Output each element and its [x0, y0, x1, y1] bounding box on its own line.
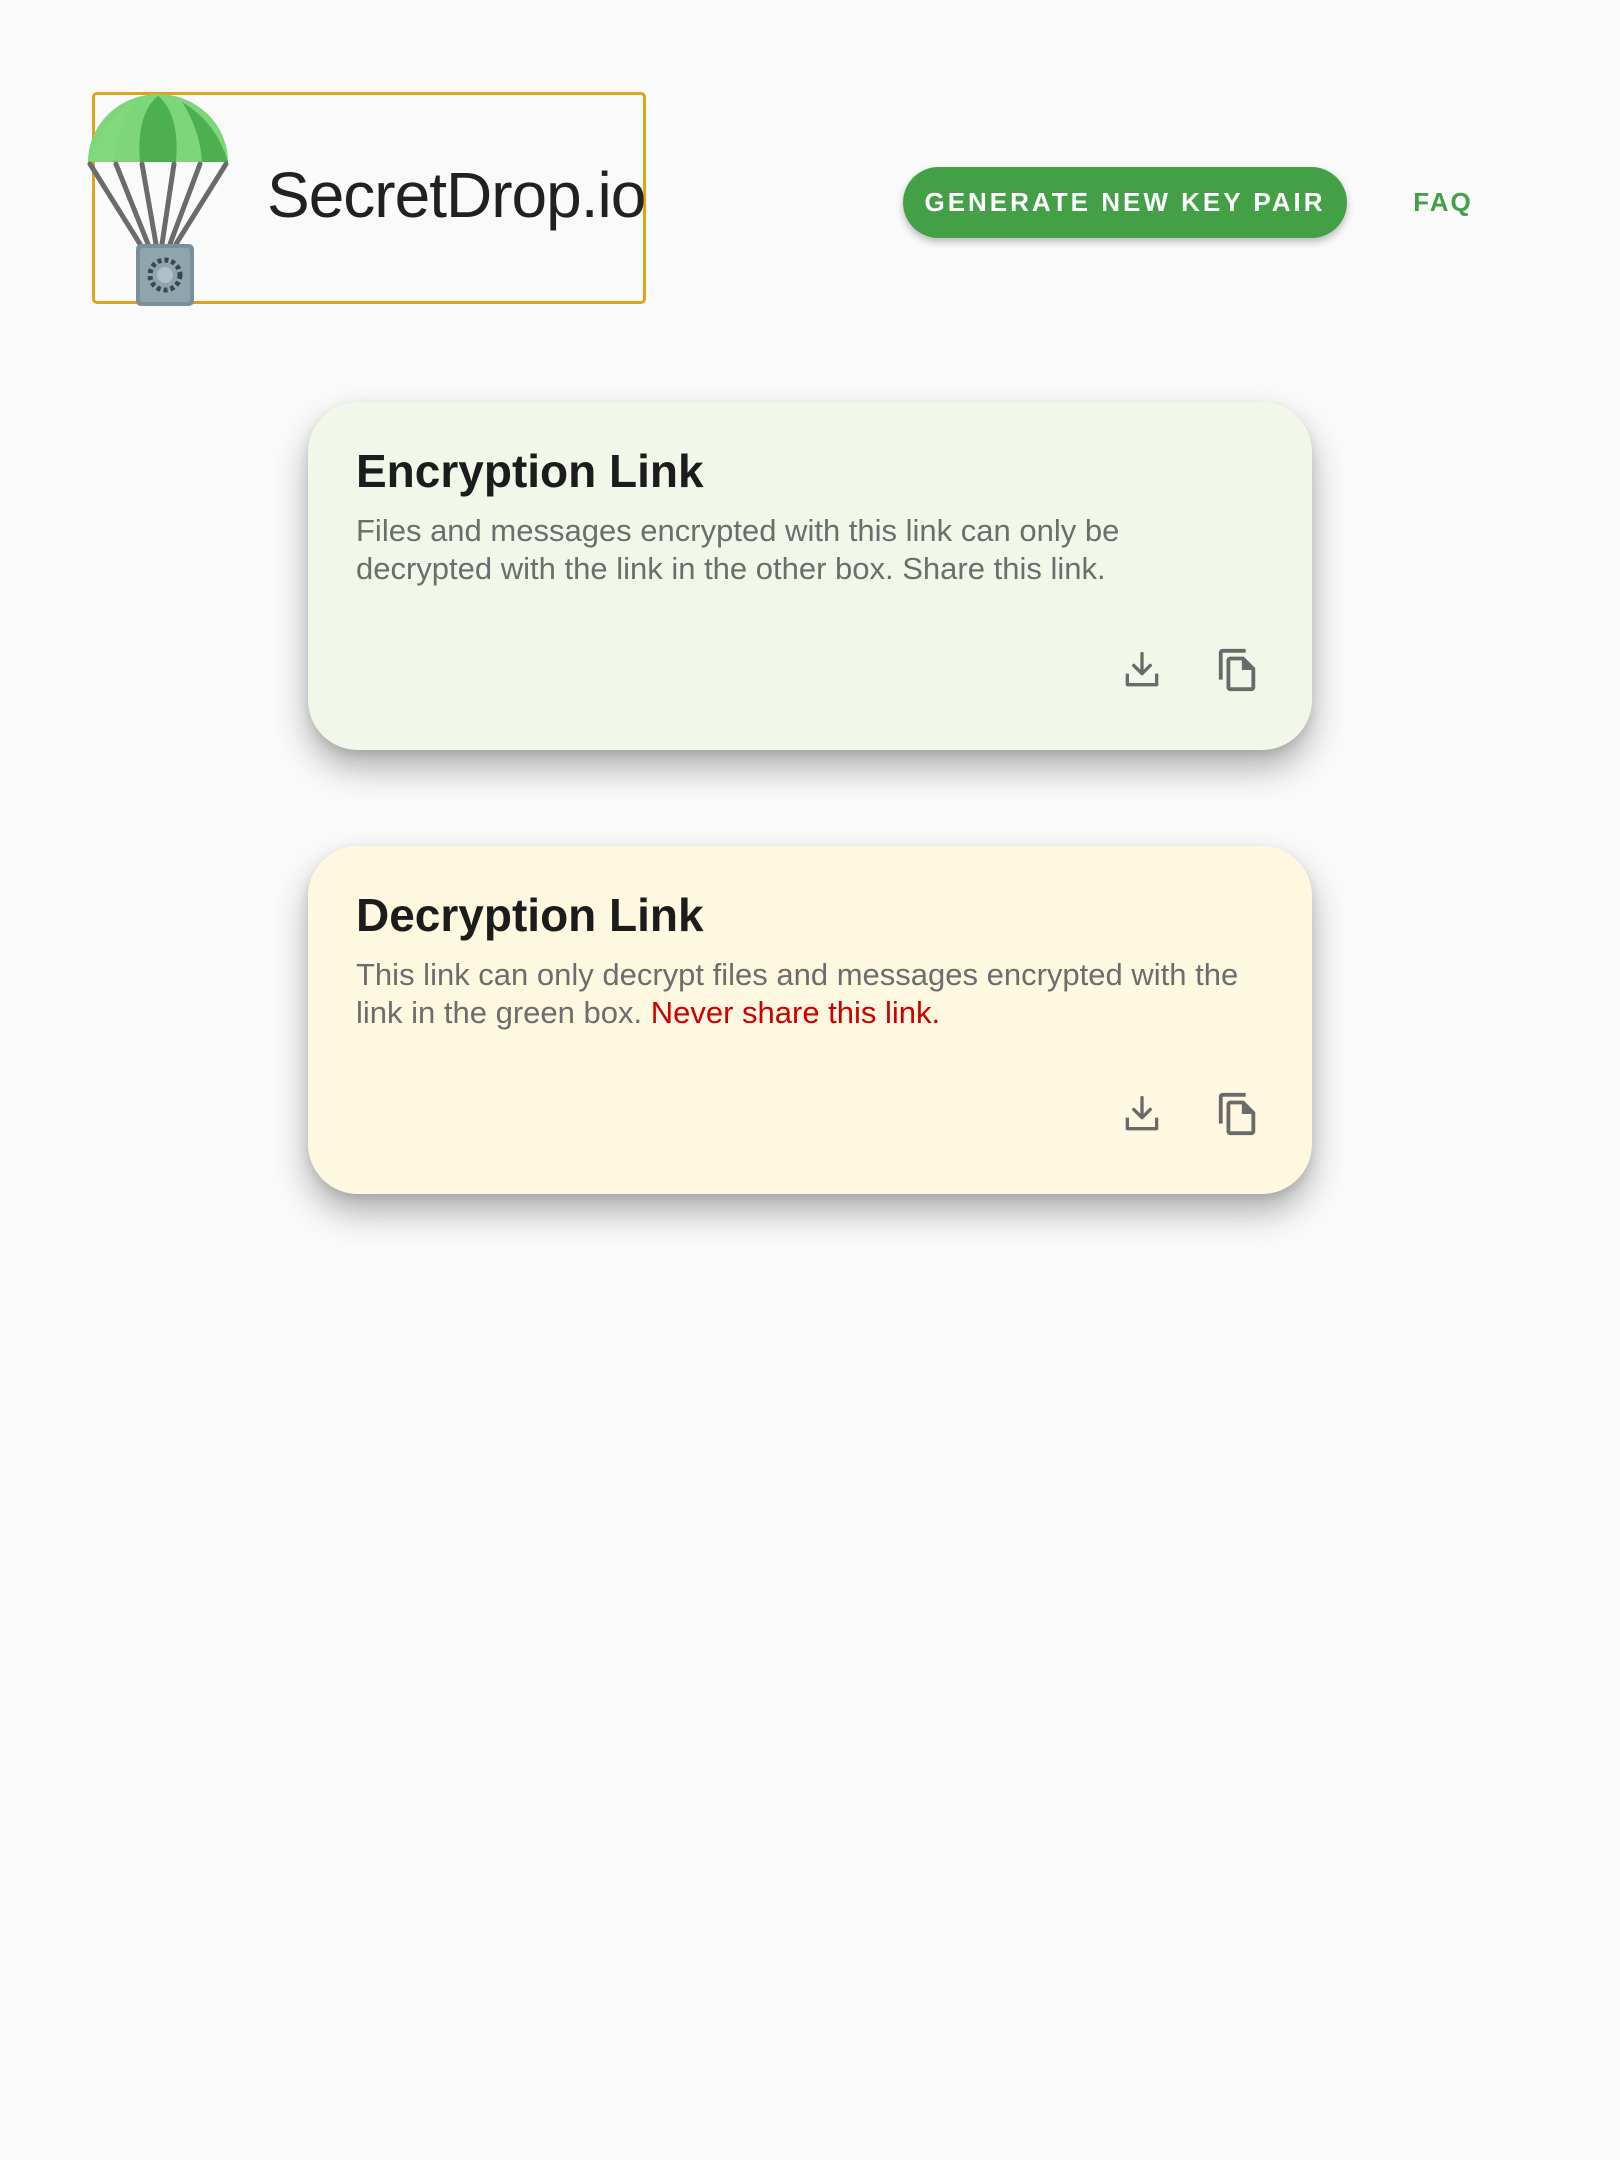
decryption-link-card: Decryption Link This link can only decry…: [308, 846, 1312, 1194]
download-icon: [1125, 651, 1159, 687]
decryption-copy-button[interactable]: [1206, 1082, 1270, 1146]
logo-text[interactable]: SecretDrop.io: [267, 163, 646, 227]
download-icon: [1125, 1095, 1159, 1131]
never-share-warning: Never share this link.: [650, 995, 941, 1030]
parachute-logo-icon: [87, 94, 229, 306]
faq-link[interactable]: FAQ: [1405, 167, 1481, 238]
decryption-card-description: This link can only decrypt files and mes…: [356, 956, 1256, 1032]
copy-icon: [1218, 1092, 1256, 1136]
encryption-download-button[interactable]: [1110, 638, 1174, 702]
decryption-card-title: Decryption Link: [356, 889, 704, 941]
encryption-card-description: Files and messages encrypted with this l…: [356, 513, 1120, 586]
decryption-download-button[interactable]: [1110, 1082, 1174, 1146]
encryption-card-title: Encryption Link: [356, 445, 704, 497]
generate-key-pair-button[interactable]: GENERATE NEW KEY PAIR: [903, 167, 1347, 238]
encryption-copy-button[interactable]: [1206, 638, 1270, 702]
copy-icon: [1218, 648, 1256, 692]
encryption-link-card: Encryption Link Files and messages encry…: [308, 402, 1312, 750]
